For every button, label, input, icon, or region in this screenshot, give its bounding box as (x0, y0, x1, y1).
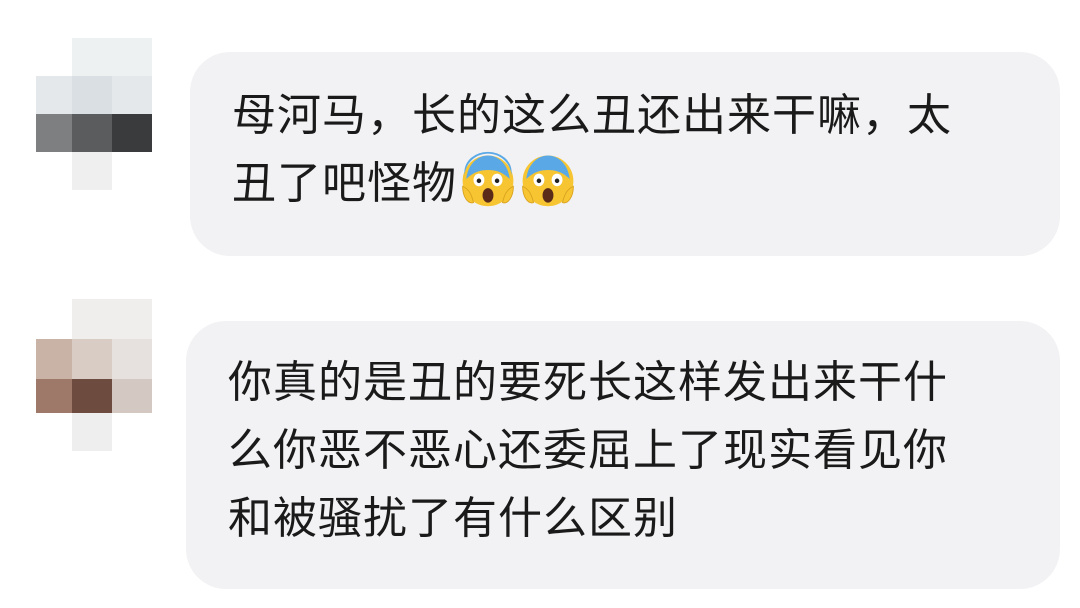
comment-line: 你真的是丑的要死长这样发出来干什 (228, 357, 948, 408)
comment-bubble: 你真的是丑的要死长这样发出来干什 么你恶不恶心还委屈上了现实看见你 和被骚扰了有… (186, 321, 1060, 589)
blurred-avatar-icon[interactable] (36, 299, 152, 451)
comment-text: 丑了吧怪物 (232, 158, 457, 209)
blurred-avatar-icon[interactable] (36, 38, 152, 190)
comment-line: 母河马，长的这么丑还出来干嘛，太 (232, 90, 952, 141)
comment-line: 么你恶不恶心还委屈上了现实看见你 (228, 425, 948, 476)
comment-row: 母河马，长的这么丑还出来干嘛，太 丑了吧怪物 (0, 30, 1080, 270)
face-screaming-in-fear-icon (522, 155, 574, 207)
comment-row: 你真的是丑的要死长这样发出来干什 么你恶不恶心还委屈上了现实看见你 和被骚扰了有… (0, 295, 1080, 595)
comment-line: 和被骚扰了有什么区别 (228, 493, 678, 544)
chat-screenshot: 母河马，长的这么丑还出来干嘛，太 丑了吧怪物 你真的是丑的要死长这样发出来干什 … (0, 0, 1080, 608)
comment-bubble: 母河马，长的这么丑还出来干嘛，太 丑了吧怪物 (190, 52, 1060, 256)
comment-line: 丑了吧怪物 (232, 150, 1030, 218)
face-screaming-in-fear-icon (462, 151, 514, 207)
